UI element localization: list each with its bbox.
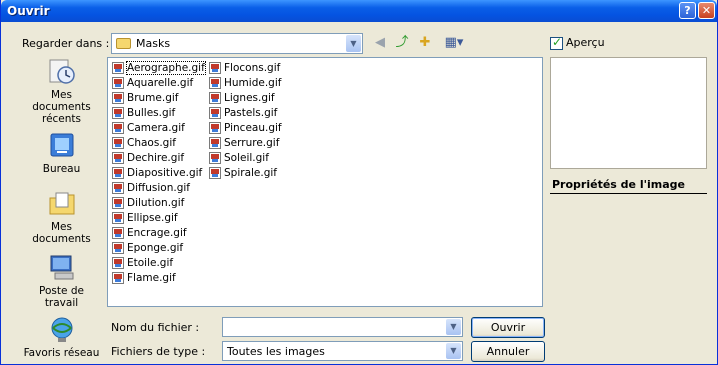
file-item[interactable]: Chaos.gif <box>112 136 176 151</box>
place-my-documents[interactable]: Mes documents <box>21 190 102 245</box>
file-list[interactable]: Aerographe.gif Aquarelle.gif Brume.gif B… <box>107 57 543 307</box>
file-item[interactable]: Diapositive.gif <box>112 166 202 181</box>
close-button[interactable]: ✕ <box>698 2 715 19</box>
chevron-down-icon[interactable]: ▼ <box>346 35 361 52</box>
checkbox-checked-icon[interactable] <box>550 35 563 50</box>
file-item[interactable]: Soleil.gif <box>209 151 269 166</box>
place-label: Favoris réseau <box>23 347 100 359</box>
gif-file-icon <box>112 77 124 89</box>
desktop-icon <box>47 132 77 160</box>
filetype-value: Toutes les images <box>227 345 325 358</box>
file-item[interactable]: Ellipse.gif <box>112 211 178 226</box>
up-folder-icon[interactable]: ⤴ <box>393 34 411 52</box>
gif-file-icon <box>112 122 124 134</box>
my-computer-icon <box>47 254 77 282</box>
gif-file-icon <box>209 62 221 74</box>
window-title: Ouvrir <box>7 4 50 18</box>
gif-file-icon <box>112 152 124 164</box>
filetype-label: Fichiers de type : <box>111 345 206 358</box>
file-item[interactable]: Dechire.gif <box>112 151 184 166</box>
preview-checkbox[interactable]: Aperçu <box>550 35 605 50</box>
place-recent-documents[interactable]: Mes documents récents <box>21 58 102 125</box>
file-item[interactable]: Etoile.gif <box>112 256 173 271</box>
places-bar: Mes documents récents Bureau Mes documen… <box>21 58 102 360</box>
place-label: Mes documents <box>32 221 91 245</box>
gif-file-icon <box>209 137 221 149</box>
gif-file-icon <box>112 182 124 194</box>
file-item[interactable]: Eponge.gif <box>112 241 183 256</box>
file-item[interactable]: Lignes.gif <box>209 91 275 106</box>
file-item[interactable]: Aquarelle.gif <box>112 76 193 91</box>
file-item[interactable]: Dilution.gif <box>112 196 184 211</box>
file-item[interactable]: Serrure.gif <box>209 136 279 151</box>
chevron-down-icon[interactable]: ▼ <box>446 343 461 359</box>
gif-file-icon <box>112 227 124 239</box>
chevron-down-icon[interactable]: ▼ <box>446 319 461 335</box>
place-my-computer[interactable]: Poste de travail <box>21 254 102 309</box>
file-item[interactable]: Aerographe.gif <box>112 61 206 76</box>
gif-file-icon <box>112 257 124 269</box>
gif-file-icon <box>112 62 124 74</box>
place-network[interactable]: Favoris réseau <box>21 316 102 359</box>
place-label: Bureau <box>42 163 81 175</box>
gif-file-icon <box>209 167 221 179</box>
file-item[interactable]: Camera.gif <box>112 121 185 136</box>
open-button[interactable]: Ouvrir <box>471 317 545 338</box>
folder-icon <box>116 38 131 49</box>
image-properties-title: Propriétés de l'image <box>552 178 685 191</box>
title-bar[interactable]: Ouvrir ? ✕ <box>1 0 717 22</box>
cancel-button[interactable]: Annuler <box>471 341 545 362</box>
place-label: Mes documents récents <box>32 89 91 125</box>
preview-label: Aperçu <box>566 36 605 49</box>
my-documents-icon <box>47 190 77 218</box>
gif-file-icon <box>112 197 124 209</box>
gif-file-icon <box>209 152 221 164</box>
file-item[interactable]: Spirale.gif <box>209 166 277 181</box>
file-item[interactable]: Pinceau.gif <box>209 121 282 136</box>
gif-file-icon <box>209 77 221 89</box>
file-item[interactable]: Diffusion.gif <box>112 181 190 196</box>
filename-input[interactable]: ▼ <box>222 317 463 337</box>
look-in-value: Masks <box>136 37 171 50</box>
back-icon[interactable]: ◀ <box>371 34 389 52</box>
look-in-dropdown[interactable]: Masks ▼ <box>111 33 363 54</box>
gif-file-icon <box>112 137 124 149</box>
preview-pane <box>550 57 707 169</box>
filetype-dropdown[interactable]: Toutes les images ▼ <box>222 341 463 361</box>
network-places-icon <box>47 316 77 344</box>
file-item[interactable]: Brume.gif <box>112 91 178 106</box>
gif-file-icon <box>209 92 221 104</box>
file-item[interactable]: Flocons.gif <box>209 61 280 76</box>
gif-file-icon <box>112 107 124 119</box>
gif-file-icon <box>112 272 124 284</box>
file-item[interactable]: Encrage.gif <box>112 226 187 241</box>
file-item[interactable]: Humide.gif <box>209 76 281 91</box>
gif-file-icon <box>209 122 221 134</box>
gif-file-icon <box>112 242 124 254</box>
file-item[interactable]: Flame.gif <box>112 271 176 286</box>
gif-file-icon <box>112 167 124 179</box>
gif-file-icon <box>209 107 221 119</box>
gif-file-icon <box>112 92 124 104</box>
place-desktop[interactable]: Bureau <box>21 132 102 175</box>
help-button[interactable]: ? <box>679 2 696 19</box>
open-file-dialog: Ouvrir ? ✕ Regarder dans : Masks ▼ ◀ ⤴ ✚… <box>0 0 718 365</box>
recent-documents-icon <box>47 58 77 86</box>
gif-file-icon <box>112 212 124 224</box>
file-item[interactable]: Bulles.gif <box>112 106 175 121</box>
file-item[interactable]: Pastels.gif <box>209 106 277 121</box>
new-folder-icon[interactable]: ✚ <box>416 34 434 52</box>
view-menu-icon[interactable]: ▦▾ <box>441 34 467 52</box>
properties-divider <box>550 193 707 194</box>
place-label: Poste de travail <box>39 285 84 309</box>
filename-label: Nom du fichier : <box>111 321 200 334</box>
look-in-label: Regarder dans : <box>22 37 110 50</box>
